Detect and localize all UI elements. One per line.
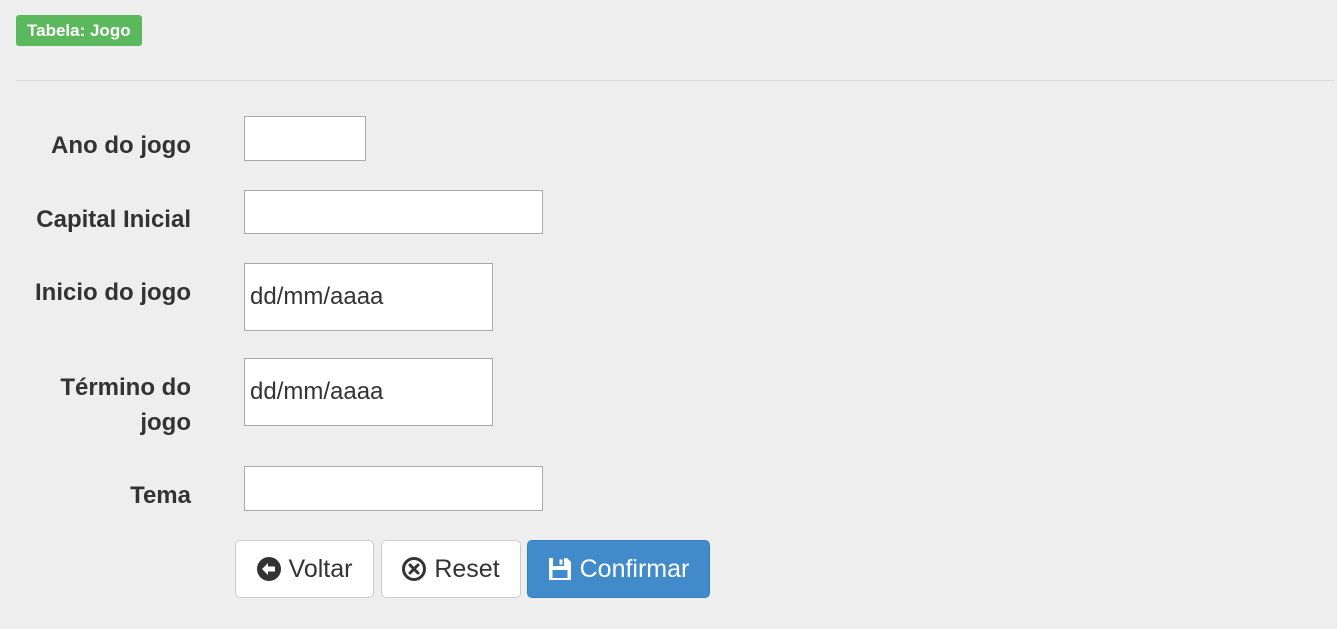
ano-do-jogo-input[interactable] (244, 116, 366, 161)
field-label-ano-do-jogo: Ano do jogo (51, 132, 191, 159)
field-label-termino-do-jogo: Término do jogo (60, 374, 191, 436)
confirmar-button[interactable]: Confirmar (527, 540, 710, 598)
confirmar-button-label: Confirmar (579, 554, 690, 583)
arrow-circle-left-icon (256, 557, 281, 581)
header-divider (16, 80, 1334, 81)
reset-button-label: Reset (434, 554, 500, 583)
voltar-button-label: Voltar (288, 554, 353, 583)
capital-inicial-input[interactable] (244, 190, 543, 234)
reset-button[interactable]: Reset (381, 540, 521, 598)
voltar-button[interactable]: Voltar (235, 540, 374, 598)
times-circle-icon (402, 557, 427, 581)
inicio-do-jogo-date-input[interactable] (244, 263, 493, 331)
table-name-badge: Tabela: Jogo (16, 15, 142, 46)
termino-do-jogo-date-input[interactable] (244, 358, 493, 426)
floppy-disk-icon (548, 557, 572, 581)
field-label-tema: Tema (130, 482, 191, 509)
field-label-inicio-do-jogo: Inicio do jogo (35, 279, 191, 306)
form-page: Tabela: Jogo Ano do jogo Capital Inicial… (0, 0, 1337, 629)
field-label-capital-inicial: Capital Inicial (36, 206, 191, 233)
tema-input[interactable] (244, 466, 543, 511)
